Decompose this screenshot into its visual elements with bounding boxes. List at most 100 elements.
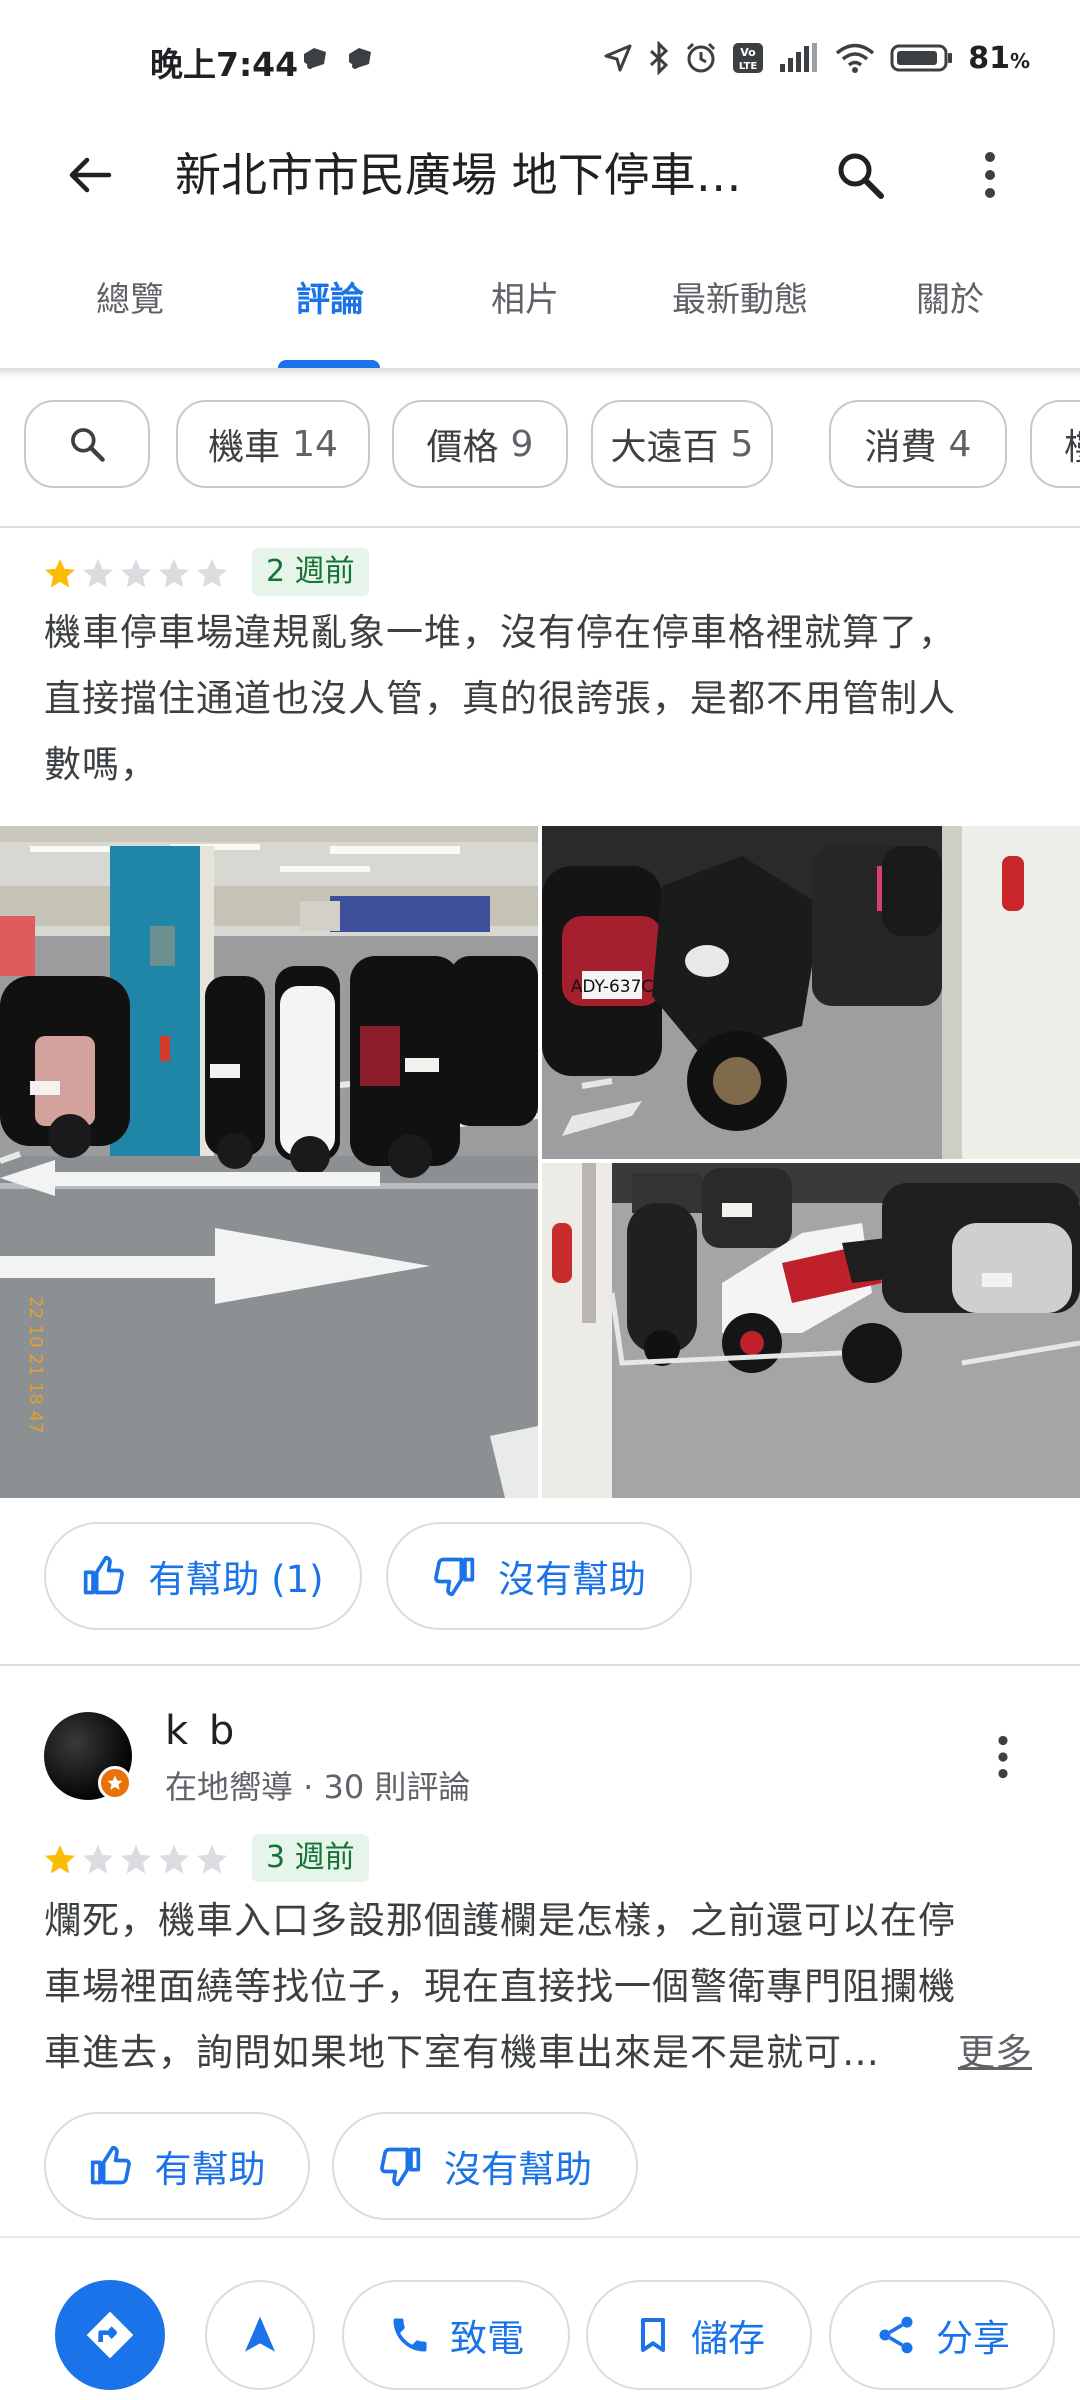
directions-icon [86, 2311, 134, 2359]
svg-text:ADY-637C: ADY-637C [571, 977, 654, 997]
helpful-button[interactable]: 有幫助 (1) [44, 1522, 362, 1630]
chip-filter[interactable]: 機車 14 [176, 400, 370, 488]
tab-bar: 總覽 評論 相片 最新動態 關於 [0, 250, 1080, 370]
scooters-row-photo[interactable] [542, 1163, 1080, 1498]
star-filled-icon [45, 559, 75, 588]
chips-divider [0, 526, 1080, 528]
location-icon [604, 44, 632, 72]
thumb-down-icon [380, 2147, 421, 2187]
more-options-button[interactable] [955, 140, 1025, 210]
helpful-label: 有幫助 [154, 2148, 266, 2191]
chip-label: 價格 [426, 427, 499, 468]
start-navigation-button[interactable] [205, 2280, 315, 2390]
chip-count: 5 [730, 423, 754, 465]
notification-icon [349, 48, 371, 69]
chip-count: 4 [948, 423, 972, 465]
tab-updates[interactable]: 最新動態 [640, 250, 840, 370]
alarm-icon [687, 42, 716, 73]
parking-garage-scooters-photo[interactable]: 22 10 21 18 47 [0, 826, 538, 1498]
search-icon [71, 428, 105, 462]
more-vert-icon [998, 1735, 1008, 1779]
chip-filter[interactable]: 消費 4 [829, 400, 1007, 488]
review-text: 機車停車場違規亂象一堆，沒有停在停車格裡就算了， 直接擋住通道也沒人管，真的很誇… [44, 600, 1044, 798]
review-photos: 22 10 21 18 47 ADY-637C [0, 826, 1080, 1498]
review-text: 爛死，機車入口多設那個護欄是怎樣，之前還可以在停 車場裡面繞等找位子，現在直接找… [44, 1888, 1044, 2086]
save-button[interactable]: 儲存 [586, 2280, 812, 2390]
chip-search[interactable] [24, 400, 150, 488]
more-vert-icon [985, 152, 995, 198]
chip-filter[interactable]: 樓 [1030, 400, 1080, 488]
tabs-divider [0, 368, 1080, 378]
svg-text:Vo: Vo [740, 46, 756, 59]
not-helpful-label: 沒有幫助 [444, 2148, 592, 2191]
not-helpful-button[interactable]: 沒有幫助 [332, 2112, 638, 2220]
chip-filter[interactable]: 大遠百 5 [591, 400, 773, 488]
call-label: 致電 [450, 2317, 524, 2360]
share-label: 分享 [936, 2317, 1010, 2360]
review-filter-chips: 機車 14 價格 9 大遠百 5 消費 4 樓 [0, 400, 1080, 490]
page-title: 新北市市民廣場 地下停車… [175, 148, 742, 202]
svg-text:22 10 21 18 47: 22 10 21 18 47 [25, 1296, 46, 1433]
star-empty-icon [121, 1845, 151, 1874]
reviewer-meta: 在地嚮導 · 30 則評論 [165, 1768, 471, 1806]
phone-icon [393, 2318, 427, 2352]
chip-count: 9 [510, 423, 534, 465]
save-label: 儲存 [691, 2317, 765, 2360]
thumb-up-icon [90, 2145, 131, 2185]
review-text-line: 車場裡面繞等找位子，現在直接找一個警衛專門阻攔機 [44, 1965, 956, 2008]
review-more-options-button[interactable] [968, 1722, 1038, 1792]
helpful-button[interactable]: 有幫助 [44, 2112, 310, 2220]
back-button[interactable] [55, 140, 125, 210]
not-helpful-button[interactable]: 沒有幫助 [386, 1522, 692, 1630]
notification-icon [304, 48, 326, 69]
search-button[interactable] [820, 140, 900, 210]
bottom-action-bar: 致電 儲存 分享 [0, 2236, 1080, 2400]
review-text-line: 車進去，詢問如果地下室有機車出來是不是就可… [44, 2031, 880, 2074]
review-text-line: 機車停車場違規亂象一堆，沒有停在停車格裡就算了， [44, 611, 956, 654]
tab-about[interactable]: 關於 [880, 250, 1020, 370]
tab-overview[interactable]: 總覽 [60, 250, 200, 370]
app-bar: 新北市市民廣場 地下停車… [0, 120, 1080, 230]
chip-label: 機車 [208, 427, 281, 468]
star-empty-icon [121, 559, 151, 588]
signal-icon [780, 43, 818, 72]
not-helpful-label: 沒有幫助 [498, 1558, 646, 1601]
star-empty-icon [159, 559, 189, 588]
tab-photos[interactable]: 相片 [455, 250, 595, 370]
chip-label: 大遠百 [610, 427, 719, 468]
active-tab-indicator [278, 360, 380, 368]
local-guide-badge-icon [98, 1766, 132, 1800]
chip-count: 14 [292, 423, 338, 465]
review-text-line: 直接擋住通道也沒人管，真的很誇張，是都不用管制人 [44, 677, 956, 720]
status-bar: 晚上7:44 Vo LTE 81% [0, 0, 1080, 120]
chip-label: 樓 [1064, 418, 1080, 470]
chip-filter[interactable]: 價格 9 [392, 400, 568, 488]
review-time-badge: 2 週前 [252, 548, 369, 596]
star-empty-icon [197, 559, 227, 588]
arrow-back-icon [69, 157, 112, 193]
share-icon [879, 2316, 913, 2354]
status-time: 晚上7:44 [150, 45, 299, 84]
star-empty-icon [197, 1845, 227, 1874]
review-text-line: 爛死，機車入口多設那個護欄是怎樣，之前還可以在停 [44, 1899, 956, 1942]
bookmark-icon [641, 2318, 665, 2352]
bluetooth-icon [650, 41, 669, 75]
tab-reviews[interactable]: 評論 [260, 250, 400, 370]
search-icon [838, 153, 884, 199]
battery-percent: 81% [968, 40, 1030, 76]
navigation-arrow-icon [245, 2316, 275, 2352]
svg-text:LTE: LTE [739, 61, 758, 72]
scooters-closeup-photo[interactable]: ADY-637C [542, 826, 1080, 1159]
reviewer-name[interactable]: k b [165, 1708, 238, 1754]
volte-icon: Vo LTE [733, 43, 764, 73]
call-button[interactable]: 致電 [342, 2280, 570, 2390]
thumb-up-icon [84, 1555, 125, 1595]
share-button[interactable]: 分享 [829, 2280, 1055, 2390]
star-empty-icon [83, 559, 113, 588]
star-empty-icon [83, 1845, 113, 1874]
star-rating [42, 556, 230, 592]
chip-label: 消費 [864, 427, 937, 468]
directions-button[interactable] [55, 2280, 165, 2390]
status-icons: Vo LTE 81% [602, 38, 1030, 78]
read-more-link[interactable]: 更多 [958, 2020, 1032, 2086]
